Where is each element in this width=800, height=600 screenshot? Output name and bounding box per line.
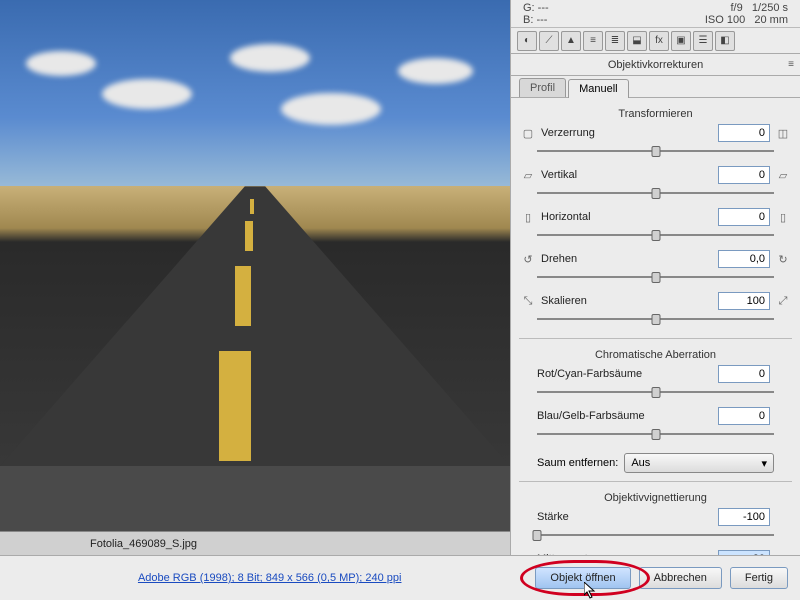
rotate-slider[interactable] xyxy=(537,270,774,284)
scale-icon-r: ⤢ xyxy=(774,293,792,309)
horizontal-label: Horizontal xyxy=(541,211,714,223)
tool-camera-icon[interactable]: ▣ xyxy=(671,31,691,51)
tool-snapshot-icon[interactable]: ◧ xyxy=(715,31,735,51)
tool-basic-icon[interactable]: ◐ xyxy=(517,31,537,51)
defringe-value: Aus xyxy=(631,457,650,469)
horizontal-slider[interactable] xyxy=(537,228,774,242)
distortion-icon-r: ◫ xyxy=(774,125,792,141)
info-aperture: f/9 xyxy=(731,2,743,14)
exif-info: G: --- B: --- f/9 1/250 s ISO 100 20 mm xyxy=(511,0,800,28)
distortion-slider[interactable] xyxy=(537,144,774,158)
tool-curve-icon[interactable]: ⟋ xyxy=(539,31,559,51)
scale-slider[interactable] xyxy=(537,312,774,326)
vertical-slider[interactable] xyxy=(537,186,774,200)
vertical-icon-r: ▱ xyxy=(774,167,792,183)
horizontal-icon-r: ▯ xyxy=(774,209,792,225)
scale-icon: ⤡ xyxy=(519,293,537,309)
rotate-label: Drehen xyxy=(541,253,714,265)
tab-manual[interactable]: Manuell xyxy=(568,79,629,98)
info-b: B: --- xyxy=(523,14,705,26)
blueyellow-label: Blau/Gelb-Farbsäume xyxy=(519,410,714,422)
panel-menu-icon[interactable]: ≡ xyxy=(788,59,794,70)
rotate-input[interactable] xyxy=(718,250,770,268)
distortion-label: Verzerrung xyxy=(541,127,714,139)
done-button[interactable]: Fertig xyxy=(730,567,788,589)
panel-title: Objektivkorrekturen ≡ xyxy=(511,54,800,76)
section-transform: Transformieren xyxy=(519,102,792,124)
scale-label: Skalieren xyxy=(541,295,714,307)
amount-label: Stärke xyxy=(519,511,714,523)
horizontal-icon: ▯ xyxy=(519,209,537,225)
tool-lens-icon[interactable]: ⬓ xyxy=(627,31,647,51)
amount-slider[interactable] xyxy=(537,528,774,542)
filename-text: Fotolia_469089_S.jpg xyxy=(90,538,197,550)
vertical-label: Vertikal xyxy=(541,169,714,181)
info-iso: ISO 100 xyxy=(705,14,745,26)
amount-input[interactable] xyxy=(718,508,770,526)
vertical-input[interactable] xyxy=(718,166,770,184)
info-g: G: --- xyxy=(523,2,705,14)
tool-fx-icon[interactable]: fx xyxy=(649,31,669,51)
image-preview xyxy=(0,0,510,466)
defringe-label: Saum entfernen: xyxy=(537,457,618,469)
scale-input[interactable] xyxy=(718,292,770,310)
metadata-link[interactable]: Adobe RGB (1998); 8 Bit; 849 x 566 (0,5 … xyxy=(12,572,527,584)
defringe-dropdown[interactable]: Aus ▾ xyxy=(624,453,774,473)
redcyan-label: Rot/Cyan-Farbsäume xyxy=(519,368,714,380)
tool-detail-icon[interactable]: ▲ xyxy=(561,31,581,51)
section-vignette: Objektivvignettierung xyxy=(519,486,792,508)
redcyan-input[interactable] xyxy=(718,365,770,383)
blueyellow-slider[interactable] xyxy=(537,427,774,441)
info-shutter: 1/250 s xyxy=(752,2,788,14)
tool-split-icon[interactable]: ≣ xyxy=(605,31,625,51)
tool-presets-icon[interactable]: ☰ xyxy=(693,31,713,51)
tool-hsl-icon[interactable]: ≡ xyxy=(583,31,603,51)
toolbar: ◐ ⟋ ▲ ≡ ≣ ⬓ fx ▣ ☰ ◧ xyxy=(511,28,800,54)
rotate-icon-r: ↻ xyxy=(774,251,792,267)
distortion-icon: ▢ xyxy=(519,125,537,141)
distortion-input[interactable] xyxy=(718,124,770,142)
cancel-button[interactable]: Abbrechen xyxy=(639,567,722,589)
tab-profile[interactable]: Profil xyxy=(519,78,566,97)
redcyan-slider[interactable] xyxy=(537,385,774,399)
horizontal-input[interactable] xyxy=(718,208,770,226)
vertical-icon: ▱ xyxy=(519,167,537,183)
rotate-icon: ↺ xyxy=(519,251,537,267)
section-chromatic: Chromatische Aberration xyxy=(519,343,792,365)
info-focal: 20 mm xyxy=(754,14,788,26)
open-object-button[interactable]: Objekt öffnen xyxy=(535,567,630,589)
chevron-down-icon: ▾ xyxy=(761,457,767,470)
blueyellow-input[interactable] xyxy=(718,407,770,425)
filename-bar: Fotolia_469089_S.jpg xyxy=(0,531,510,555)
